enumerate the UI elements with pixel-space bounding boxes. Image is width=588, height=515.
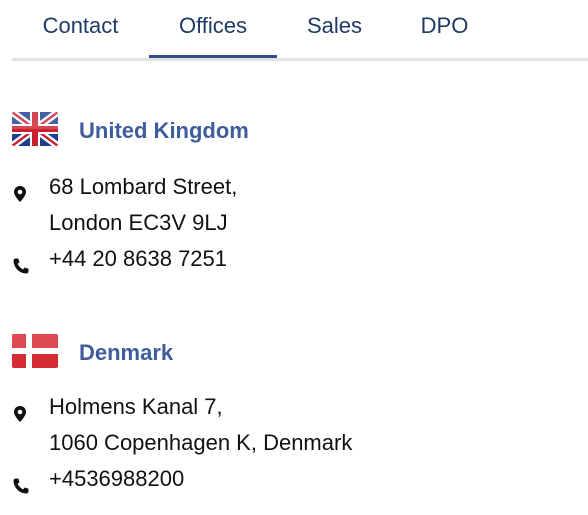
uk-flag-icon bbox=[12, 112, 58, 146]
denmark-flag-icon bbox=[12, 334, 58, 368]
address-line-2: London EC3V 9LJ bbox=[49, 210, 228, 235]
country-name: United Kingdom bbox=[79, 118, 249, 143]
office-united-kingdom: United Kingdom 68 Lombard Street, London… bbox=[12, 112, 588, 274]
location-pin-icon bbox=[12, 178, 28, 202]
address-line-1: Holmens Kanal 7, bbox=[49, 394, 223, 419]
phone-row: +44 20 8638 7251 bbox=[12, 241, 588, 277]
address-row-2: London EC3V 9LJ bbox=[12, 205, 588, 241]
office-denmark: Denmark Holmens Kanal 7, 1060 Copenhagen… bbox=[12, 334, 588, 494]
office-header: Denmark bbox=[12, 334, 588, 372]
address-line-2: 1060 Copenhagen K, Denmark bbox=[49, 430, 353, 455]
phone-icon bbox=[12, 250, 29, 274]
address-row: 68 Lombard Street, bbox=[12, 169, 588, 205]
address-row-2: 1060 Copenhagen K, Denmark bbox=[12, 425, 588, 461]
phone-number[interactable]: +44 20 8638 7251 bbox=[49, 241, 227, 277]
phone-number[interactable]: +4536988200 bbox=[49, 461, 184, 497]
phone-row: +4536988200 bbox=[12, 461, 588, 497]
country-name: Denmark bbox=[79, 340, 174, 365]
phone-icon bbox=[12, 470, 29, 494]
tab-contact[interactable]: Contact bbox=[12, 0, 149, 58]
tab-bar: Contact Offices Sales DPO bbox=[12, 0, 588, 61]
tab-dpo[interactable]: DPO bbox=[392, 0, 497, 58]
address-line-1: 68 Lombard Street, bbox=[49, 174, 238, 199]
location-pin-icon bbox=[12, 398, 28, 422]
office-header: United Kingdom bbox=[12, 112, 588, 150]
tab-offices[interactable]: Offices bbox=[149, 0, 277, 58]
address-row: Holmens Kanal 7, bbox=[12, 389, 588, 425]
tab-sales[interactable]: Sales bbox=[277, 0, 392, 58]
